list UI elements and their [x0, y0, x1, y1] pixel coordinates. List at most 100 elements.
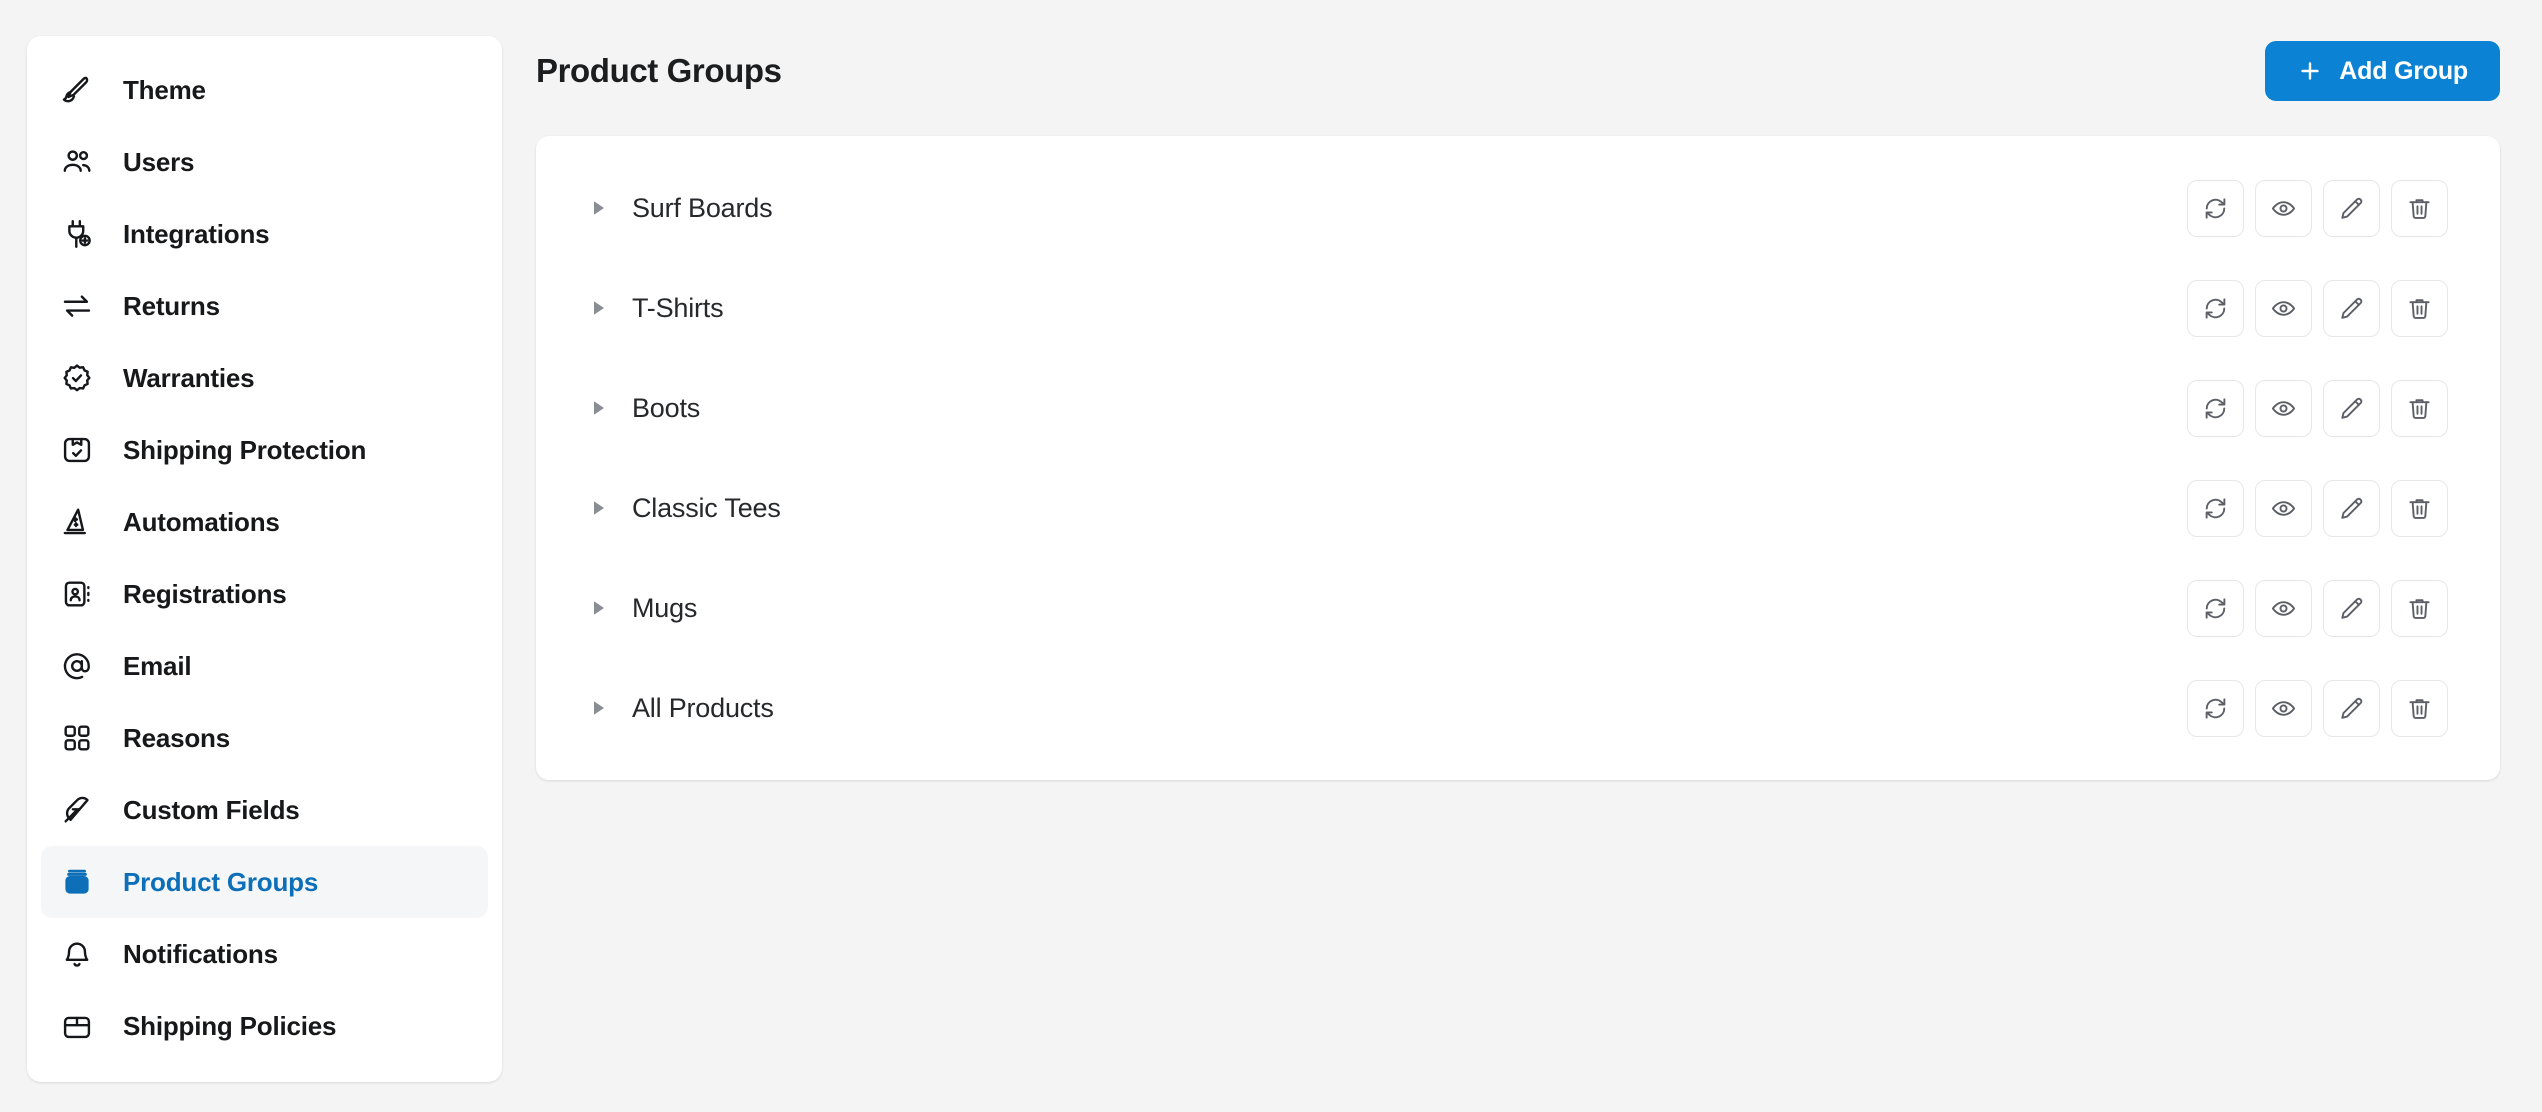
sidebar-item-custom-fields[interactable]: Custom Fields — [41, 774, 488, 846]
badge-check-icon — [57, 358, 97, 398]
sync-group-button[interactable] — [2187, 379, 2244, 437]
brush-icon — [57, 70, 97, 110]
sidebar-item-theme[interactable]: Theme — [41, 54, 488, 126]
refresh-icon — [2202, 495, 2229, 522]
edit-group-button[interactable] — [2323, 379, 2380, 437]
product-group-row: All Products — [536, 658, 2500, 758]
edit-group-button[interactable] — [2323, 679, 2380, 737]
view-group-button[interactable] — [2255, 479, 2312, 537]
product-group-row-left: Classic Tees — [588, 493, 2187, 524]
sidebar-item-label: Notifications — [123, 938, 278, 969]
product-group-name: Mugs — [632, 592, 698, 623]
pencil-icon — [2338, 595, 2365, 622]
view-group-button[interactable] — [2255, 579, 2312, 637]
pencil-icon — [2338, 495, 2365, 522]
at-sign-icon — [57, 646, 97, 686]
product-group-name: All Products — [632, 692, 774, 723]
caret-right-icon[interactable] — [588, 497, 610, 519]
view-group-button[interactable] — [2255, 379, 2312, 437]
product-group-row-left: All Products — [588, 693, 2187, 724]
sync-group-button[interactable] — [2187, 679, 2244, 737]
eye-icon — [2270, 195, 2297, 222]
delete-group-button[interactable] — [2391, 179, 2448, 237]
grid-squares-icon — [57, 718, 97, 758]
product-group-row-left: Boots — [588, 393, 2187, 424]
sidebar-item-label: Integrations — [123, 218, 270, 249]
product-groups-settings-page: Theme Users Integrations Returns Warranties S… — [0, 0, 2542, 1112]
add-group-button[interactable]: Add Group — [2265, 41, 2500, 101]
caret-right-icon[interactable] — [588, 397, 610, 419]
trash-icon — [2406, 595, 2433, 622]
edit-group-button[interactable] — [2323, 179, 2380, 237]
main-content: Product Groups Add Group Surf Boards T-Sh… — [536, 0, 2542, 1112]
caret-right-icon[interactable] — [588, 297, 610, 319]
product-group-row: T-Shirts — [536, 258, 2500, 358]
sidebar-item-notifications[interactable]: Notifications — [41, 918, 488, 990]
pencil-icon — [2338, 695, 2365, 722]
refresh-icon — [2202, 695, 2229, 722]
sync-group-button[interactable] — [2187, 479, 2244, 537]
delete-group-button[interactable] — [2391, 379, 2448, 437]
feather-icon — [57, 790, 97, 830]
trash-icon — [2406, 295, 2433, 322]
trash-icon — [2406, 395, 2433, 422]
sync-group-button[interactable] — [2187, 579, 2244, 637]
product-group-row: Mugs — [536, 558, 2500, 658]
view-group-button[interactable] — [2255, 279, 2312, 337]
sidebar-item-label: Custom Fields — [123, 794, 300, 825]
sidebar-item-returns[interactable]: Returns — [41, 270, 488, 342]
view-group-button[interactable] — [2255, 679, 2312, 737]
delete-group-button[interactable] — [2391, 579, 2448, 637]
product-group-row-actions — [2187, 679, 2448, 737]
plus-icon — [2297, 58, 2323, 84]
product-group-row: Boots — [536, 358, 2500, 458]
product-group-row-actions — [2187, 579, 2448, 637]
sidebar-item-users[interactable]: Users — [41, 126, 488, 198]
sync-group-button[interactable] — [2187, 179, 2244, 237]
sidebar-item-warranties[interactable]: Warranties — [41, 342, 488, 414]
pencil-icon — [2338, 195, 2365, 222]
product-group-row-actions — [2187, 379, 2448, 437]
caret-right-icon[interactable] — [588, 197, 610, 219]
product-group-row: Classic Tees — [536, 458, 2500, 558]
refresh-icon — [2202, 595, 2229, 622]
refresh-icon — [2202, 295, 2229, 322]
sidebar-item-integrations[interactable]: Integrations — [41, 198, 488, 270]
edit-group-button[interactable] — [2323, 279, 2380, 337]
sidebar-item-product-groups[interactable]: Product Groups — [41, 846, 488, 918]
sidebar-item-label: Shipping Policies — [123, 1010, 337, 1041]
trash-icon — [2406, 195, 2433, 222]
sidebar-item-shipping-protection[interactable]: Shipping Protection — [41, 414, 488, 486]
bell-icon — [57, 934, 97, 974]
refresh-icon — [2202, 195, 2229, 222]
sidebar-item-shipping-policies[interactable]: Shipping Policies — [41, 990, 488, 1062]
delete-group-button[interactable] — [2391, 279, 2448, 337]
product-group-row-actions — [2187, 479, 2448, 537]
box-icon — [57, 1006, 97, 1046]
users-icon — [57, 142, 97, 182]
sidebar-item-automations[interactable]: Automations — [41, 486, 488, 558]
sidebar-item-registrations[interactable]: Registrations — [41, 558, 488, 630]
caret-right-icon[interactable] — [588, 597, 610, 619]
id-card-icon — [57, 574, 97, 614]
edit-group-button[interactable] — [2323, 579, 2380, 637]
eye-icon — [2270, 695, 2297, 722]
delete-group-button[interactable] — [2391, 479, 2448, 537]
edit-group-button[interactable] — [2323, 479, 2380, 537]
sidebar-item-email[interactable]: Email — [41, 630, 488, 702]
delete-group-button[interactable] — [2391, 679, 2448, 737]
sidebar-item-reasons[interactable]: Reasons — [41, 702, 488, 774]
eye-icon — [2270, 595, 2297, 622]
sync-group-button[interactable] — [2187, 279, 2244, 337]
sidebar-item-label: Product Groups — [123, 866, 319, 897]
sidebar-item-label: Users — [123, 146, 195, 177]
sidebar-item-label: Theme — [123, 74, 206, 105]
sidebar-item-label: Warranties — [123, 362, 255, 393]
wizard-hat-icon — [57, 502, 97, 542]
product-group-row-actions — [2187, 179, 2448, 237]
product-group-row-left: Mugs — [588, 593, 2187, 624]
sidebar-item-label: Reasons — [123, 722, 230, 753]
caret-right-icon[interactable] — [588, 697, 610, 719]
view-group-button[interactable] — [2255, 179, 2312, 237]
trash-icon — [2406, 695, 2433, 722]
